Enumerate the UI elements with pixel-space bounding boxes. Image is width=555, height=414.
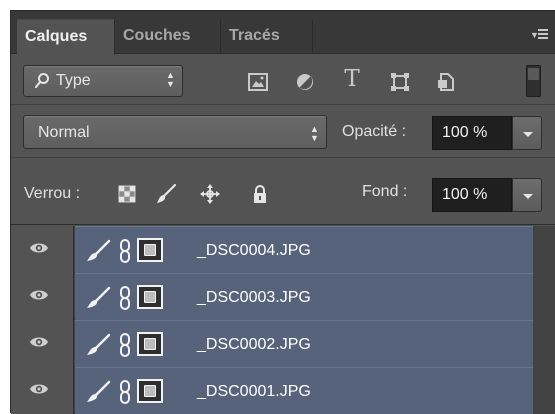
- visibility-toggle[interactable]: [11, 273, 74, 320]
- eye-icon: [30, 384, 48, 394]
- lock-label: Verrou :: [24, 185, 81, 202]
- layer-mask-thumbnail[interactable]: [137, 332, 163, 356]
- brush-icon: [87, 286, 111, 308]
- fill-label: Fond :: [362, 183, 408, 200]
- lock-position-icon[interactable]: [199, 183, 221, 205]
- lock-row: Verrou : Fond : 100 %: [11, 159, 555, 225]
- pixel-layer-filter-icon[interactable]: [247, 71, 269, 93]
- layer-body[interactable]: _DSC0003.JPG: [75, 273, 533, 320]
- layer-row[interactable]: _DSC0002.JPG: [11, 320, 555, 367]
- layer-body[interactable]: _DSC0002.JPG: [75, 320, 533, 367]
- layer-mask-thumbnail[interactable]: [137, 379, 163, 403]
- scroll-gutter: [533, 367, 555, 414]
- filter-kind-label: Type: [56, 72, 91, 89]
- visibility-toggle[interactable]: [11, 226, 74, 273]
- tab-calques[interactable]: Calques: [17, 19, 115, 55]
- tab-couches[interactable]: Couches: [115, 19, 221, 54]
- chevron-down-icon: [523, 132, 533, 137]
- brush-icon: [87, 239, 111, 261]
- opacity-input[interactable]: 100 %: [432, 116, 512, 150]
- shape-layer-filter-icon[interactable]: [389, 71, 411, 93]
- opacity-dropdown-button[interactable]: [512, 116, 542, 150]
- layer-name: _DSC0003.JPG: [197, 289, 311, 306]
- layer-body[interactable]: _DSC0001.JPG: [75, 367, 533, 414]
- brush-icon: [87, 333, 111, 355]
- brush-icon: [87, 380, 111, 402]
- scroll-gutter: [533, 226, 555, 273]
- link-icon[interactable]: [119, 379, 131, 405]
- fill-input[interactable]: 100 %: [432, 178, 512, 212]
- chevron-down-icon: [523, 194, 533, 199]
- link-icon[interactable]: [119, 285, 131, 311]
- scroll-gutter: [533, 273, 555, 320]
- layer-name: _DSC0004.JPG: [197, 242, 311, 259]
- filter-kind-select[interactable]: Type ▲ ▼: [23, 65, 183, 97]
- tab-traces[interactable]: Tracés: [221, 19, 313, 54]
- type-layer-filter-icon[interactable]: T: [341, 68, 363, 91]
- filter-toggle-switch[interactable]: [526, 65, 541, 97]
- layers-list: _DSC0004.JPG _DSC0003.JPG _DSC0002.JPG _…: [11, 226, 555, 414]
- layer-name: _DSC0002.JPG: [197, 336, 311, 353]
- search-icon: [34, 73, 49, 89]
- layer-name: _DSC0001.JPG: [197, 383, 311, 400]
- panel-tab-bar: Calques Couches Tracés ▼: [11, 11, 555, 55]
- layers-panel: Calques Couches Tracés ▼ Type ▲ ▼ T Norm…: [10, 10, 555, 414]
- link-icon[interactable]: [119, 238, 131, 264]
- smart-object-filter-icon[interactable]: [435, 71, 457, 93]
- lock-image-pixels-icon[interactable]: [155, 183, 177, 205]
- visibility-toggle[interactable]: [11, 367, 74, 414]
- layer-mask-thumbnail[interactable]: [137, 238, 163, 262]
- adjustment-layer-filter-icon[interactable]: [294, 71, 316, 93]
- link-icon[interactable]: [119, 332, 131, 358]
- visibility-toggle[interactable]: [11, 320, 74, 367]
- opacity-label: Opacité :: [342, 123, 407, 140]
- lock-transparent-pixels-icon[interactable]: [116, 183, 138, 205]
- updown-arrows-icon: ▲ ▼: [310, 124, 319, 143]
- layer-row[interactable]: _DSC0003.JPG: [11, 273, 555, 320]
- layer-mask-thumbnail[interactable]: [137, 285, 163, 309]
- layer-filter-row: Type ▲ ▼ T: [11, 55, 555, 105]
- updown-arrows-icon: ▲ ▼: [166, 70, 175, 89]
- scroll-gutter: [533, 320, 555, 367]
- blend-mode-select[interactable]: Normal ▲ ▼: [23, 115, 327, 149]
- panel-menu-icon[interactable]: ▼: [530, 27, 548, 41]
- lock-all-icon[interactable]: [249, 183, 271, 205]
- blend-mode-label: Normal: [38, 124, 90, 141]
- layer-row[interactable]: _DSC0001.JPG: [11, 367, 555, 414]
- blend-mode-row: Normal ▲ ▼ Opacité : 100 %: [11, 106, 555, 158]
- eye-icon: [30, 243, 48, 253]
- fill-dropdown-button[interactable]: [512, 178, 542, 212]
- layer-body[interactable]: _DSC0004.JPG: [75, 226, 533, 273]
- eye-icon: [30, 337, 48, 347]
- eye-icon: [30, 290, 48, 300]
- layer-row[interactable]: _DSC0004.JPG: [11, 226, 555, 273]
